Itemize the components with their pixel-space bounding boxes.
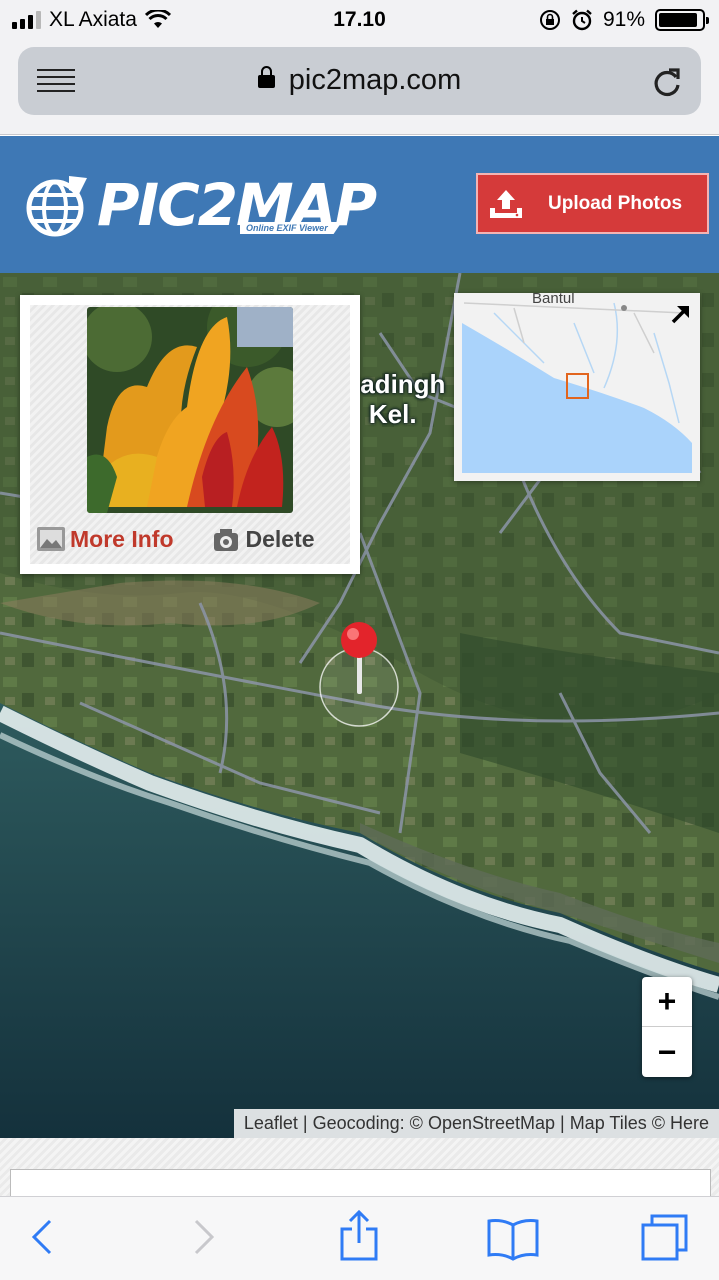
upload-photos-label: Upload Photos	[548, 192, 683, 214]
map-pin-marker[interactable]	[318, 618, 402, 728]
site-header: PIC2MAP Online EXIF Viewer Upload Photos	[0, 136, 719, 273]
tabs-icon[interactable]	[640, 1213, 690, 1263]
bookmarks-icon[interactable]	[486, 1217, 540, 1261]
site-logo[interactable]: PIC2MAP Online EXIF Viewer	[25, 172, 377, 238]
share-icon[interactable]	[338, 1209, 380, 1261]
photo-thumbnail[interactable]	[87, 307, 293, 513]
map-attribution[interactable]: Leaflet | Geocoding: © OpenStreetMap | M…	[233, 1109, 719, 1138]
lock-icon	[257, 66, 275, 88]
browser-toolbar	[0, 1196, 719, 1280]
forward-icon[interactable]	[192, 1215, 216, 1259]
map-view[interactable]: Gadingh Kel. More Info Delete Bantul + −…	[0, 273, 719, 1138]
trash-camera-icon	[213, 529, 238, 551]
orientation-lock-icon	[539, 10, 560, 30]
status-bar: XL Axiata 17.10 91%	[0, 0, 719, 40]
logo-subtitle: Online EXIF Viewer	[240, 222, 342, 234]
zoom-control: + −	[642, 977, 692, 1077]
browser-address-area: pic2map.com	[0, 40, 719, 135]
svg-text:Bantul: Bantul	[532, 293, 575, 307]
delete-button[interactable]: Delete	[212, 524, 315, 554]
globe-icon	[26, 176, 87, 237]
delete-label: Delete	[245, 525, 315, 552]
image-icon	[37, 527, 65, 551]
photo-popup: More Info Delete	[20, 295, 360, 574]
zoom-in-button[interactable]: +	[642, 977, 692, 1027]
back-icon[interactable]	[30, 1215, 54, 1259]
upload-photos-button[interactable]: Upload Photos	[476, 173, 709, 234]
reload-icon[interactable]	[651, 65, 683, 99]
url-text[interactable]: pic2map.com	[289, 64, 461, 96]
battery-icon	[655, 9, 709, 31]
content-area	[0, 1138, 719, 1209]
upload-icon	[490, 189, 522, 218]
battery-percent: 91%	[602, 8, 645, 31]
more-info-label: More Info	[70, 525, 174, 552]
minimap[interactable]: Bantul	[454, 293, 700, 481]
address-bar[interactable]: pic2map.com	[18, 47, 701, 115]
more-info-button[interactable]: More Info	[36, 526, 174, 553]
alarm-icon	[572, 9, 592, 31]
zoom-out-button[interactable]: −	[642, 1027, 692, 1077]
expand-minimap-icon[interactable]	[670, 303, 692, 325]
